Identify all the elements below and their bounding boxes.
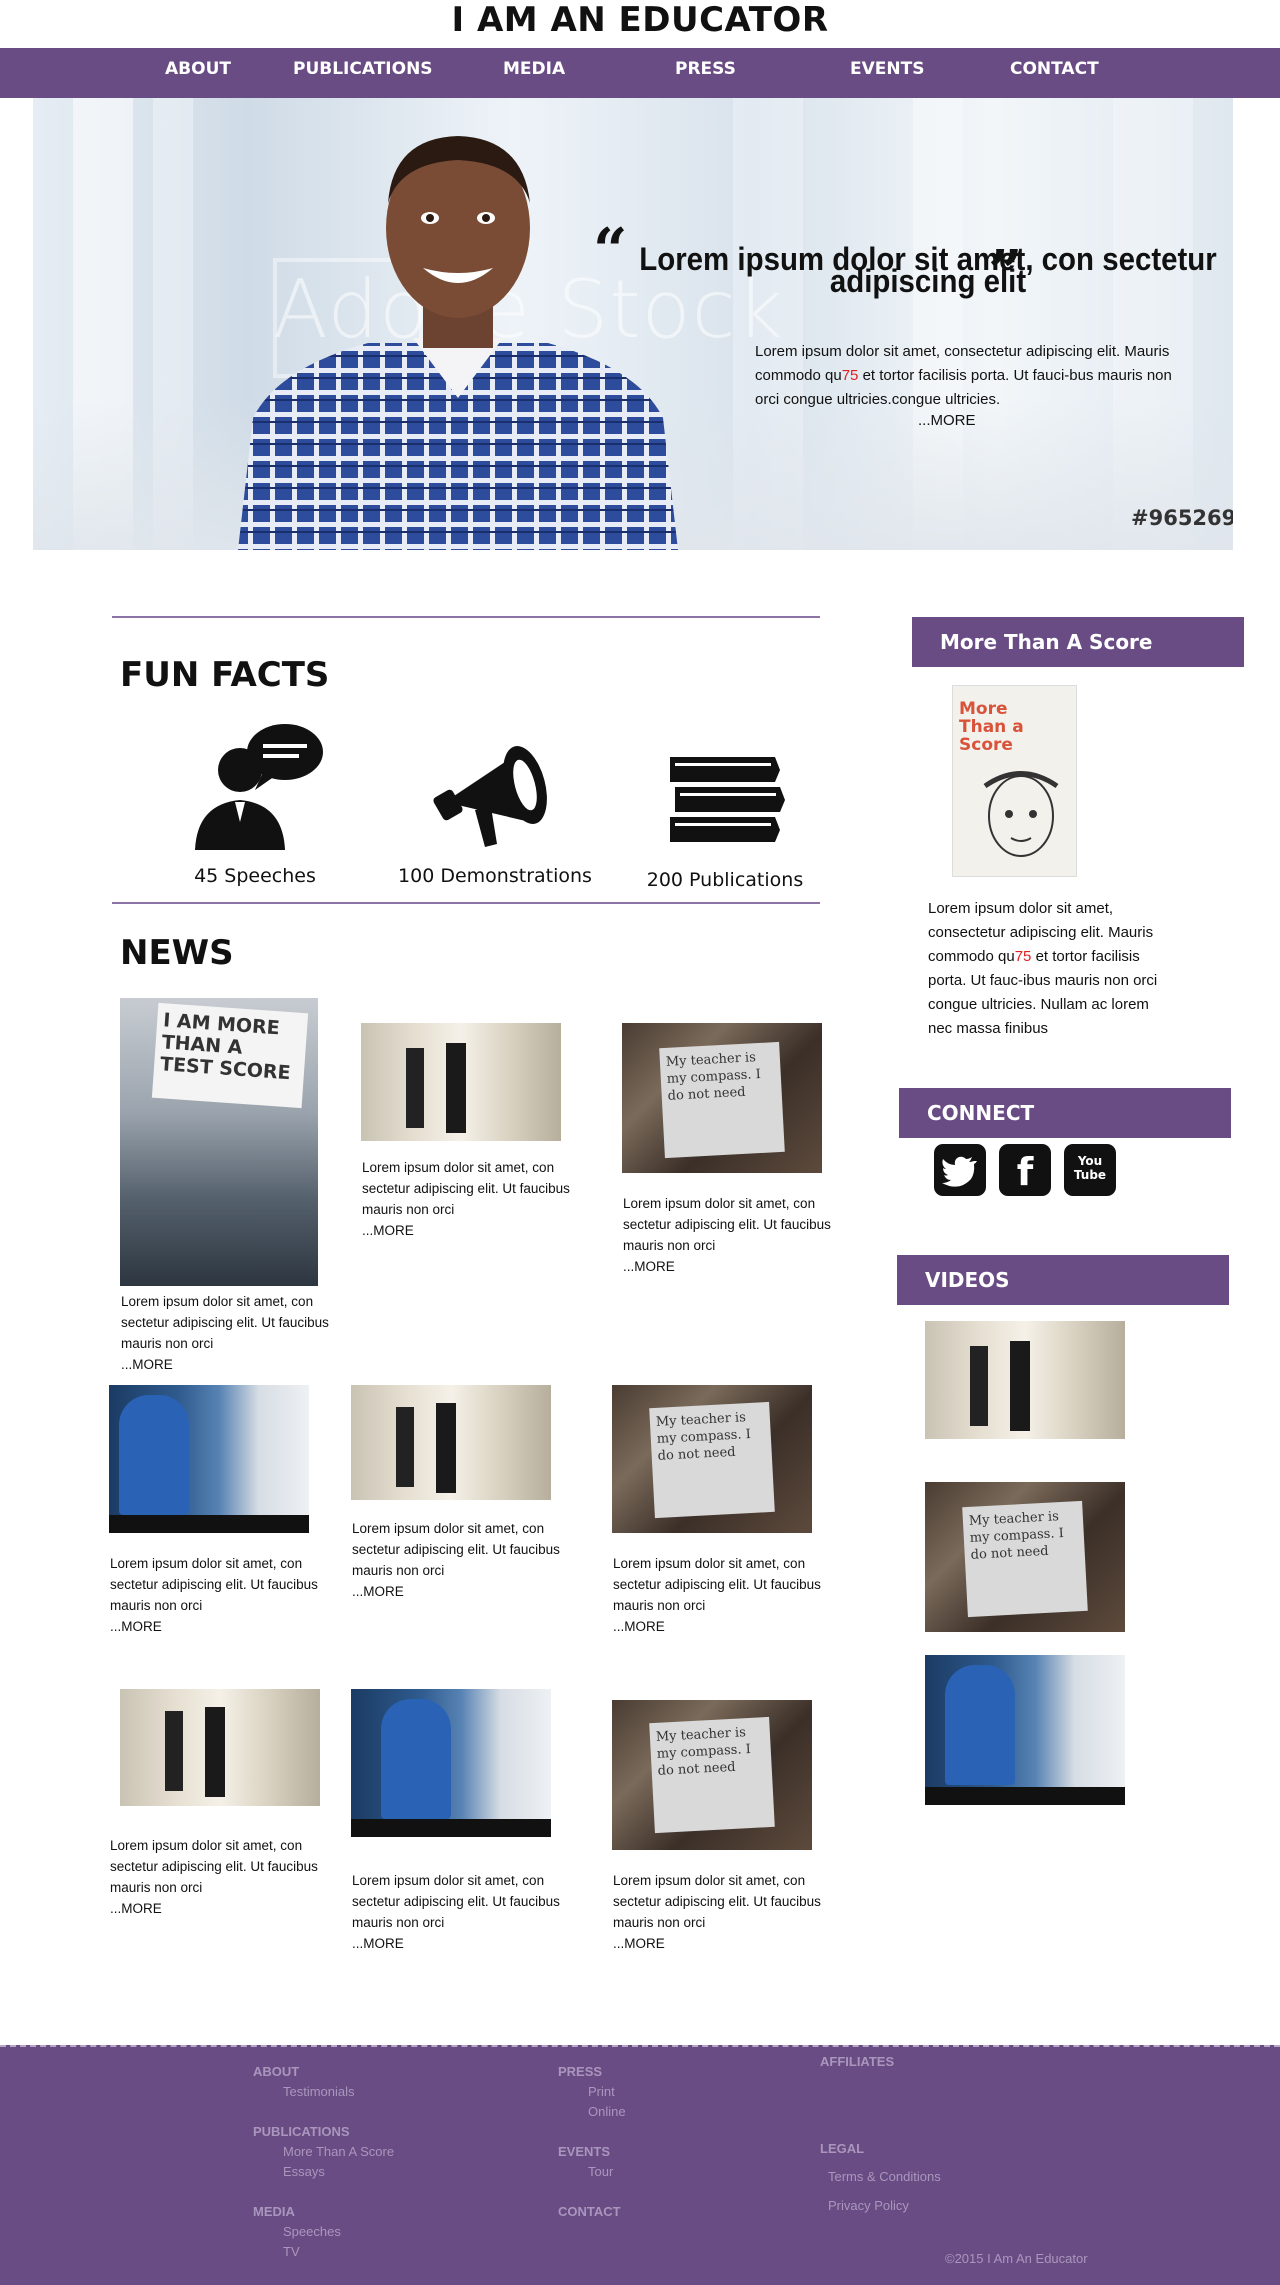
news-more-link[interactable]: ...MORE bbox=[613, 1933, 823, 1954]
main-nav: ABOUT PUBLICATIONS MEDIA PRESS EVENTS CO… bbox=[0, 48, 1280, 98]
footer-link-essays[interactable]: Essays bbox=[283, 2164, 325, 2179]
book-header: More Than A Score bbox=[912, 617, 1244, 667]
video-thumb-sign[interactable]: My teacher is my compass. I do not need bbox=[925, 1482, 1125, 1632]
hero-banner: Adobe Stock “ Lorem ipsum dolor sit amet… bbox=[33, 98, 1233, 550]
facebook-icon[interactable]: f bbox=[999, 1144, 1051, 1196]
news-item-text: Lorem ipsum dolor sit amet, con sectetur… bbox=[352, 1518, 562, 1602]
footer-contact[interactable]: CONTACT bbox=[558, 2204, 621, 2219]
footer-about[interactable]: ABOUT bbox=[253, 2064, 299, 2079]
footer-events[interactable]: EVENTS bbox=[558, 2144, 610, 2159]
educator-portrait bbox=[238, 136, 678, 550]
book-text-highlight: 75 bbox=[1014, 948, 1032, 965]
book-description: Lorem ipsum dolor sit amet, consectetur … bbox=[928, 900, 1158, 1037]
news-more-link[interactable]: ...MORE bbox=[110, 1898, 320, 1919]
youtube-icon[interactable]: You Tube bbox=[1064, 1144, 1116, 1196]
protest-sign-text: I AM MORE THAN A TEST SCORE bbox=[159, 1009, 292, 1085]
news-image-tv[interactable] bbox=[109, 1385, 309, 1533]
footer-copyright: ©2015 I Am An Educator bbox=[945, 2251, 1088, 2266]
fact-label: 200 Publications bbox=[646, 869, 804, 891]
news-more-link[interactable]: ...MORE bbox=[352, 1933, 562, 1954]
news-image-sign[interactable]: My teacher is my compass. I do not need bbox=[612, 1700, 812, 1850]
footer-link-privacy[interactable]: Privacy Policy bbox=[828, 2198, 909, 2213]
news-more-link[interactable]: ...MORE bbox=[110, 1616, 320, 1637]
nav-events[interactable]: EVENTS bbox=[850, 48, 924, 98]
news-image-protest[interactable]: I AM MORE THAN A TEST SCORE bbox=[120, 998, 318, 1286]
footer-link-tv[interactable]: TV bbox=[283, 2244, 300, 2259]
sign-text: My teacher is my compass. I do not need bbox=[665, 1050, 762, 1104]
news-image-sign[interactable]: My teacher is my compass. I do not need bbox=[612, 1385, 812, 1533]
hero-more-link[interactable]: ...MORE bbox=[918, 412, 976, 429]
videos-header: VIDEOS bbox=[897, 1255, 1229, 1305]
news-item-text: Lorem ipsum dolor sit amet, con sectetur… bbox=[110, 1553, 320, 1637]
book-cover-illustration bbox=[983, 771, 1059, 857]
sign-text: My teacher is my compass. I do not need bbox=[655, 1410, 752, 1464]
quote-close-mark: ” bbox=[988, 238, 1023, 308]
footer-press[interactable]: PRESS bbox=[558, 2064, 602, 2079]
video-thumb-tv[interactable] bbox=[925, 1655, 1125, 1805]
footer-link-testimonials[interactable]: Testimonials bbox=[283, 2084, 355, 2099]
footer-link-speeches[interactable]: Speeches bbox=[283, 2224, 341, 2239]
news-item-text: Lorem ipsum dolor sit amet, con sectetur… bbox=[362, 1157, 572, 1241]
footer-link-more-than-a-score[interactable]: More Than A Score bbox=[283, 2144, 394, 2159]
nav-about[interactable]: ABOUT bbox=[165, 48, 231, 98]
news-more-link[interactable]: ...MORE bbox=[121, 1354, 331, 1375]
news-title: NEWS bbox=[120, 933, 234, 973]
video-thumb-hallway[interactable] bbox=[925, 1321, 1125, 1439]
hero-quote: Lorem ipsum dolor sit amet, con sectetur… bbox=[639, 241, 1217, 299]
footer-link-tour[interactable]: Tour bbox=[588, 2164, 613, 2179]
news-image-hallway[interactable] bbox=[120, 1689, 320, 1806]
sign-text: My teacher is my compass. I do not need bbox=[968, 1509, 1065, 1563]
news-more-link[interactable]: ...MORE bbox=[362, 1220, 572, 1241]
news-more-link[interactable]: ...MORE bbox=[623, 1256, 833, 1277]
footer-media[interactable]: MEDIA bbox=[253, 2204, 295, 2219]
nav-media[interactable]: MEDIA bbox=[503, 48, 565, 98]
news-image-sign[interactable]: My teacher is my compass. I do not need bbox=[622, 1023, 822, 1173]
news-item-text: Lorem ipsum dolor sit amet, con sectetur… bbox=[352, 1870, 562, 1954]
quote-open-mark: “ bbox=[593, 216, 628, 286]
footer-link-terms[interactable]: Terms & Conditions bbox=[828, 2169, 941, 2184]
nav-press[interactable]: PRESS bbox=[675, 48, 736, 98]
news-more-link[interactable]: ...MORE bbox=[352, 1581, 562, 1602]
fact-speeches: 45 Speeches bbox=[175, 722, 335, 887]
news-item-text: Lorem ipsum dolor sit amet, con sectetur… bbox=[110, 1835, 320, 1919]
twitter-icon[interactable] bbox=[934, 1144, 986, 1196]
hero-body-highlight: 75 bbox=[841, 367, 859, 384]
sign-text: My teacher is my compass. I do not need bbox=[655, 1725, 752, 1779]
divider bbox=[112, 902, 820, 904]
footer-link-online[interactable]: Online bbox=[588, 2104, 626, 2119]
fact-publications: 200 Publications bbox=[640, 722, 810, 891]
hero-body: Lorem ipsum dolor sit amet, consectetur … bbox=[755, 343, 1172, 408]
nav-publications[interactable]: PUBLICATIONS bbox=[293, 48, 433, 98]
book-cover[interactable]: More Than a Score bbox=[952, 685, 1077, 877]
news-item-text: Lorem ipsum dolor sit amet, con sectetur… bbox=[623, 1193, 833, 1277]
news-item-text: Lorem ipsum dolor sit amet, con sectetur… bbox=[613, 1870, 823, 1954]
connect-header: CONNECT bbox=[899, 1088, 1231, 1138]
book-cover-title: More Than a Score bbox=[959, 699, 1024, 755]
news-image-tv[interactable] bbox=[351, 1689, 551, 1837]
footer-link-print[interactable]: Print bbox=[588, 2084, 615, 2099]
fact-label: 100 Demonstrations bbox=[398, 865, 592, 887]
books-icon bbox=[670, 757, 785, 842]
fun-facts-title: FUN FACTS bbox=[120, 655, 330, 695]
news-image-hallway[interactable] bbox=[351, 1385, 551, 1500]
nav-contact[interactable]: CONTACT bbox=[1010, 48, 1099, 98]
news-more-link[interactable]: ...MORE bbox=[613, 1616, 823, 1637]
news-item-text: Lorem ipsum dolor sit amet, con sectetur… bbox=[613, 1553, 823, 1637]
fact-label: 45 Speeches bbox=[194, 865, 316, 887]
footer-legal[interactable]: LEGAL bbox=[820, 2141, 864, 2156]
news-image-hallway[interactable] bbox=[361, 1023, 561, 1141]
footer-publications[interactable]: PUBLICATIONS bbox=[253, 2124, 350, 2139]
stock-id: #96526981 bbox=[1131, 506, 1233, 530]
speech-icon bbox=[195, 724, 323, 850]
site-title: I AM AN EDUCATOR bbox=[451, 0, 829, 40]
footer-affiliates[interactable]: AFFILIATES bbox=[820, 2054, 894, 2069]
divider bbox=[112, 616, 820, 618]
footer: ABOUT Testimonials PUBLICATIONS More Tha… bbox=[0, 2045, 1280, 2285]
fact-demonstrations: 100 Demonstrations bbox=[395, 722, 595, 887]
news-item-text: Lorem ipsum dolor sit amet, con sectetur… bbox=[121, 1291, 331, 1375]
megaphone-icon bbox=[433, 746, 547, 847]
